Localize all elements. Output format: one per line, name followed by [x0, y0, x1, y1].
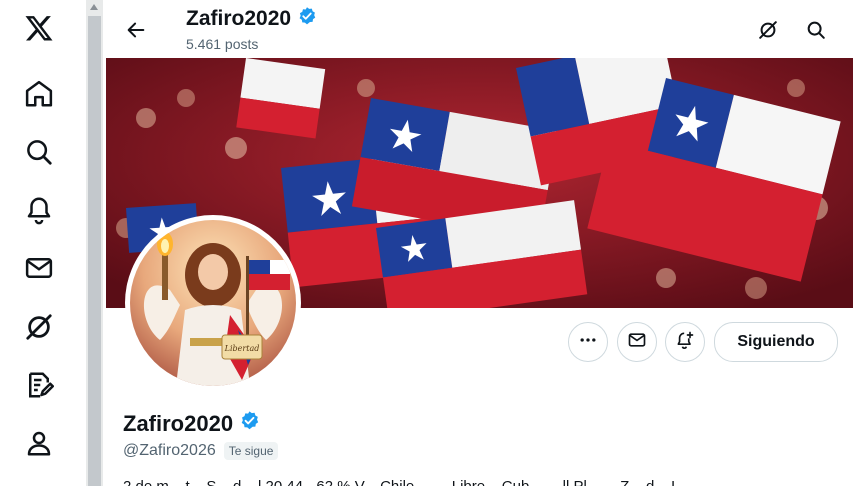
avatar-image: Libertad — [130, 220, 296, 386]
profile-icon[interactable] — [22, 426, 56, 460]
message-icon — [627, 330, 647, 355]
profile-bio: 2 de m... t... S... d... l 20 44 - 62 % … — [123, 478, 688, 486]
header-display-name: Zafiro2020 — [186, 6, 317, 32]
notifications-icon[interactable] — [22, 193, 56, 227]
notifications-add-button[interactable] — [665, 322, 705, 362]
profile-name-text: Zafiro2020 — [123, 410, 234, 436]
follows-you-badge: Te sigue — [223, 442, 279, 460]
search-icon[interactable] — [22, 135, 56, 169]
avatar[interactable]: Libertad — [125, 215, 301, 391]
profile-handle: @Zafiro2026 — [123, 442, 216, 459]
grok-icon[interactable] — [753, 15, 783, 45]
search-icon[interactable] — [801, 15, 831, 45]
posts-count: 5.461 posts — [186, 36, 259, 52]
scrollbar-thumb[interactable] — [88, 16, 101, 486]
grok-icon[interactable] — [22, 310, 56, 344]
verified-badge-icon[interactable] — [239, 410, 260, 437]
scroll-up-arrow-icon[interactable] — [90, 4, 98, 10]
home-icon[interactable] — [22, 77, 56, 111]
x-logo-icon[interactable] — [22, 11, 56, 45]
messages-icon[interactable] — [22, 251, 56, 285]
back-arrow-icon[interactable] — [121, 15, 151, 45]
profile-header-bar: Zafiro2020 5.461 posts — [103, 0, 855, 58]
more-icon — [578, 330, 598, 355]
post-compose-icon[interactable] — [22, 368, 56, 402]
notifications-add-icon — [675, 330, 695, 355]
more-button[interactable] — [568, 322, 608, 362]
profile-display-name: Zafiro2020 — [123, 410, 260, 437]
message-button[interactable] — [617, 322, 657, 362]
libertad-scroll-text: Libertad — [224, 344, 260, 353]
scrollbar[interactable] — [86, 0, 103, 486]
following-button[interactable]: Siguiendo — [714, 322, 838, 362]
verified-badge-icon — [297, 6, 317, 32]
profile-column: Zafiro2020 5.461 posts Libertad Siguiend… — [103, 0, 855, 486]
profile-handle-row: @Zafiro2026 Te sigue — [123, 442, 279, 460]
header-name-text: Zafiro2020 — [186, 7, 292, 30]
right-edge — [855, 0, 864, 486]
left-navigation — [0, 0, 86, 486]
